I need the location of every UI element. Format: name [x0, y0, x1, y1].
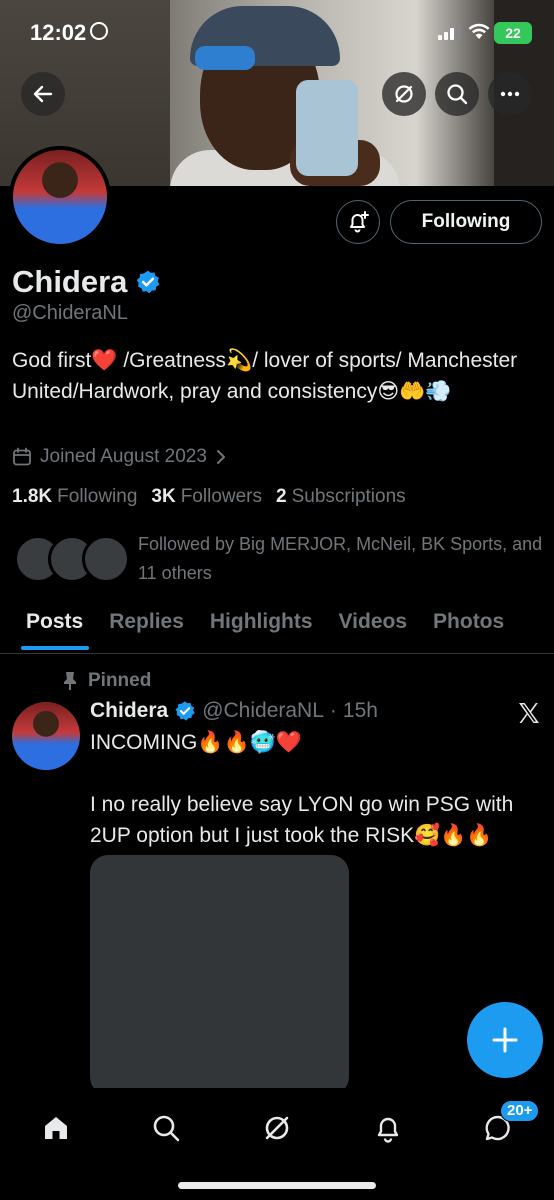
wifi-icon [468, 23, 490, 39]
profile-avatar[interactable] [9, 146, 111, 248]
compose-button[interactable] [467, 1002, 543, 1078]
pinned-label: Pinned [62, 670, 151, 692]
followed-by-text[interactable]: Followed by Big MERJOR, McNeil, BK Sport… [138, 530, 548, 588]
subscriptions-count-link[interactable]: 2 Subscriptions [276, 486, 406, 508]
profile-stats: 1.8K Following 3K Followers 2 Subscriptions [12, 486, 406, 508]
calendar-icon [13, 447, 31, 466]
tab-highlights[interactable]: Highlights [197, 604, 326, 653]
smiley-status-icon [90, 22, 108, 40]
verified-badge-icon [175, 701, 195, 721]
tweet-timestamp[interactable]: 15h [343, 699, 378, 723]
tweet-author-handle[interactable]: @ChideraNL [202, 699, 324, 723]
tweet-author-name[interactable]: Chidera [90, 699, 168, 723]
grok-icon [395, 85, 413, 103]
following-button[interactable]: Following [390, 200, 542, 244]
grok-button[interactable] [382, 72, 426, 116]
following-count-link[interactable]: 1.8K Following [12, 486, 137, 508]
status-time: 12:02 [30, 20, 87, 45]
notifications-toggle-button[interactable] [336, 200, 380, 244]
pin-icon [64, 672, 76, 690]
verified-badge-icon[interactable] [135, 269, 161, 295]
tweet-separator: · [329, 699, 337, 722]
nav-grok[interactable] [255, 1106, 299, 1150]
profile-name: Chidera [12, 264, 128, 299]
chevron-right-icon [216, 450, 225, 464]
profile-name-row: Chidera [12, 264, 161, 300]
joined-date-link[interactable]: Joined August 2023 [12, 446, 227, 468]
tweet-author-avatar[interactable] [12, 702, 80, 770]
profile-bio: God first❤️ /Greatness💫/ lover of sports… [12, 349, 518, 403]
nav-explore[interactable] [144, 1106, 188, 1150]
profile-tabs: Posts Replies Highlights Videos Photos [0, 604, 554, 654]
grok-icon [265, 1116, 289, 1140]
tab-replies[interactable]: Replies [96, 604, 197, 653]
joined-date: Joined August 2023 [40, 446, 207, 467]
search-icon [447, 84, 468, 105]
status-bar: 12:02 22 [0, 14, 554, 54]
notifications-icon [377, 1117, 399, 1143]
tweet-text: INCOMING🔥🔥🥶❤️ I no really believe say LY… [90, 731, 514, 847]
search-profile-button[interactable] [435, 72, 479, 116]
nav-home[interactable] [34, 1106, 78, 1150]
followers-count-link[interactable]: 3K Followers [151, 486, 262, 508]
more-options-button[interactable] [488, 72, 532, 116]
profile-handle: @ChideraNL [12, 302, 128, 324]
more-horizontal-icon [500, 91, 520, 97]
battery-indicator: 22 [494, 22, 532, 44]
tab-videos[interactable]: Videos [326, 604, 420, 653]
home-icon [45, 1117, 67, 1139]
home-indicator [178, 1182, 376, 1189]
bell-plus-icon [350, 211, 369, 233]
x-logo-icon[interactable] [517, 701, 541, 725]
nav-notifications[interactable] [366, 1106, 410, 1150]
arrow-left-icon [33, 85, 53, 103]
tab-posts[interactable]: Posts [0, 604, 96, 653]
tweet-media[interactable] [90, 855, 349, 1095]
tab-photos[interactable]: Photos [420, 604, 517, 653]
plus-icon [492, 1027, 518, 1053]
search-icon [153, 1115, 180, 1142]
tweet-header: Chidera @ChideraNL · 15h [90, 699, 378, 723]
avatar [82, 535, 130, 583]
messages-badge: 20+ [500, 1100, 540, 1122]
cellular-signal-icon [438, 24, 460, 40]
back-button[interactable] [21, 72, 65, 116]
followed-by-avatars[interactable] [14, 535, 130, 585]
